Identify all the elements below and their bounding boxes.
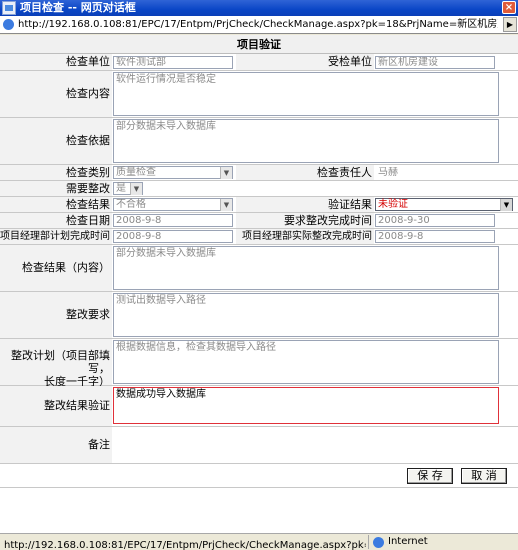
page-icon — [3, 19, 14, 30]
responsible-label: 检查责任人 — [236, 165, 374, 180]
address-scroll-right-icon[interactable]: ▶ — [503, 17, 517, 32]
chevron-down-icon[interactable]: ▼ — [500, 199, 512, 211]
status-divider — [368, 535, 369, 549]
check-type-value: 质量检查 — [116, 167, 156, 178]
verify-result-select[interactable]: 未验证 ▼ — [375, 198, 513, 211]
check-result-select[interactable]: 不合格 ▼ — [113, 198, 233, 211]
form-page: 项目验证 检查单位 软件测试部 受检单位 新区机房建设 检查内容 软件运行情况是… — [0, 35, 518, 533]
check-content-textarea[interactable]: 软件运行情况是否稳定 — [113, 72, 499, 116]
need-rectify-value: 是 — [116, 183, 126, 194]
inspected-unit-label: 受检单位 — [236, 54, 374, 70]
check-type-select[interactable]: 质量检查 ▼ — [113, 166, 233, 179]
actual-finish-label: 项目经理部实际整改完成时间 — [236, 229, 374, 244]
check-date-field[interactable]: 2008-9-8 — [113, 214, 233, 227]
status-bar: http://192.168.0.108:81/EPC/17/Entpm/Prj… — [0, 533, 518, 550]
window-title: 项目检查 -- 网页对话框 — [20, 1, 136, 14]
check-unit-field[interactable]: 软件测试部 — [113, 56, 233, 69]
row-check-content: 检查内容 软件运行情况是否稳定 — [0, 71, 518, 118]
responsible-value: 马赫 — [375, 166, 495, 179]
bottom-divider — [0, 487, 518, 488]
rectify-verify-textarea[interactable]: 数据成功导入数据库 — [113, 387, 499, 424]
row-results: 检查结果 不合格 ▼ 验证结果 未验证 ▼ — [0, 197, 518, 213]
row-need-rectify: 需要整改 是 ▼ — [0, 181, 518, 197]
row-remark: 备注 — [0, 427, 518, 464]
verify-result-label: 验证结果 — [236, 197, 374, 212]
cancel-button[interactable]: 取 消 — [461, 468, 507, 484]
remark-label: 备注 — [0, 427, 112, 463]
chevron-down-icon[interactable]: ▼ — [130, 183, 142, 195]
check-date-label: 检查日期 — [0, 213, 112, 228]
row-dates: 检查日期 2008-9-8 要求整改完成时间 2008-9-30 — [0, 213, 518, 229]
result-content-textarea[interactable]: 部分数据未导入数据库 — [113, 246, 499, 290]
rectify-req-textarea[interactable]: 测试出数据导入路径 — [113, 293, 499, 337]
required-finish-label: 要求整改完成时间 — [236, 213, 374, 228]
actual-finish-field[interactable]: 2008-9-8 — [375, 230, 495, 243]
row-check-type: 检查类别 质量检查 ▼ 检查责任人 马赫 — [0, 165, 518, 181]
check-result-value: 不合格 — [116, 199, 146, 210]
rectify-plan-textarea[interactable]: 根据数据信息，检查其数据导入路径 — [113, 340, 499, 384]
window-title-bar: 项目检查 -- 网页对话框 × — [0, 0, 518, 16]
need-rectify-label: 需要整改 — [0, 181, 112, 196]
check-type-label: 检查类别 — [0, 165, 112, 180]
rectify-req-label: 整改要求 — [0, 292, 112, 338]
check-result-label: 检查结果 — [0, 197, 112, 212]
inspected-unit-field[interactable]: 新区机房建设 — [375, 56, 495, 69]
internet-globe-icon — [373, 537, 384, 548]
need-rectify-select[interactable]: 是 ▼ — [113, 182, 143, 195]
rectify-verify-label: 整改结果验证 — [0, 386, 112, 426]
security-zone: Internet — [388, 536, 428, 547]
check-content-label: 检查内容 — [0, 71, 112, 117]
row-rectify-verify: 整改结果验证 数据成功导入数据库 — [0, 386, 518, 427]
verify-result-value: 未验证 — [378, 199, 408, 210]
rectify-plan-label: 整改计划（项目部填写， 长度一千字） — [0, 339, 112, 388]
row-units: 检查单位 软件测试部 受检单位 新区机房建设 — [0, 54, 518, 71]
required-finish-field[interactable]: 2008-9-30 — [375, 214, 495, 227]
check-unit-label: 检查单位 — [0, 54, 112, 70]
row-rectify-req: 整改要求 测试出数据导入路径 — [0, 292, 518, 339]
row-result-content: 检查结果（内容） 部分数据未导入数据库 — [0, 245, 518, 292]
status-url: http://192.168.0.108:81/EPC/17/Entpm/Prj… — [4, 540, 366, 550]
ie-page-icon — [2, 1, 16, 15]
row-finish-times: 项目经理部计划完成时间 2008-9-8 项目经理部实际整改完成时间 2008-… — [0, 229, 518, 245]
row-rectify-plan: 整改计划（项目部填写， 长度一千字） 根据数据信息，检查其数据导入路径 — [0, 339, 518, 388]
chevron-down-icon[interactable]: ▼ — [220, 199, 232, 211]
form-header: 项目验证 — [0, 35, 518, 54]
address-url: http://192.168.0.108:81/EPC/17/Entpm/Prj… — [18, 19, 498, 30]
plan-finish-field[interactable]: 2008-9-8 — [113, 230, 233, 243]
row-check-basis: 检查依据 部分数据未导入数据库 — [0, 118, 518, 165]
check-basis-textarea[interactable]: 部分数据未导入数据库 — [113, 119, 499, 163]
check-basis-label: 检查依据 — [0, 118, 112, 164]
close-icon[interactable]: × — [502, 1, 516, 14]
rectify-plan-label-line1: 整改计划（项目部填写， — [11, 349, 110, 375]
result-content-label: 检查结果（内容） — [0, 245, 112, 291]
address-bar: http://192.168.0.108:81/EPC/17/Entpm/Prj… — [0, 16, 518, 34]
save-button[interactable]: 保 存 — [407, 468, 453, 484]
chevron-down-icon[interactable]: ▼ — [220, 167, 232, 179]
plan-finish-label: 项目经理部计划完成时间 — [0, 229, 112, 244]
